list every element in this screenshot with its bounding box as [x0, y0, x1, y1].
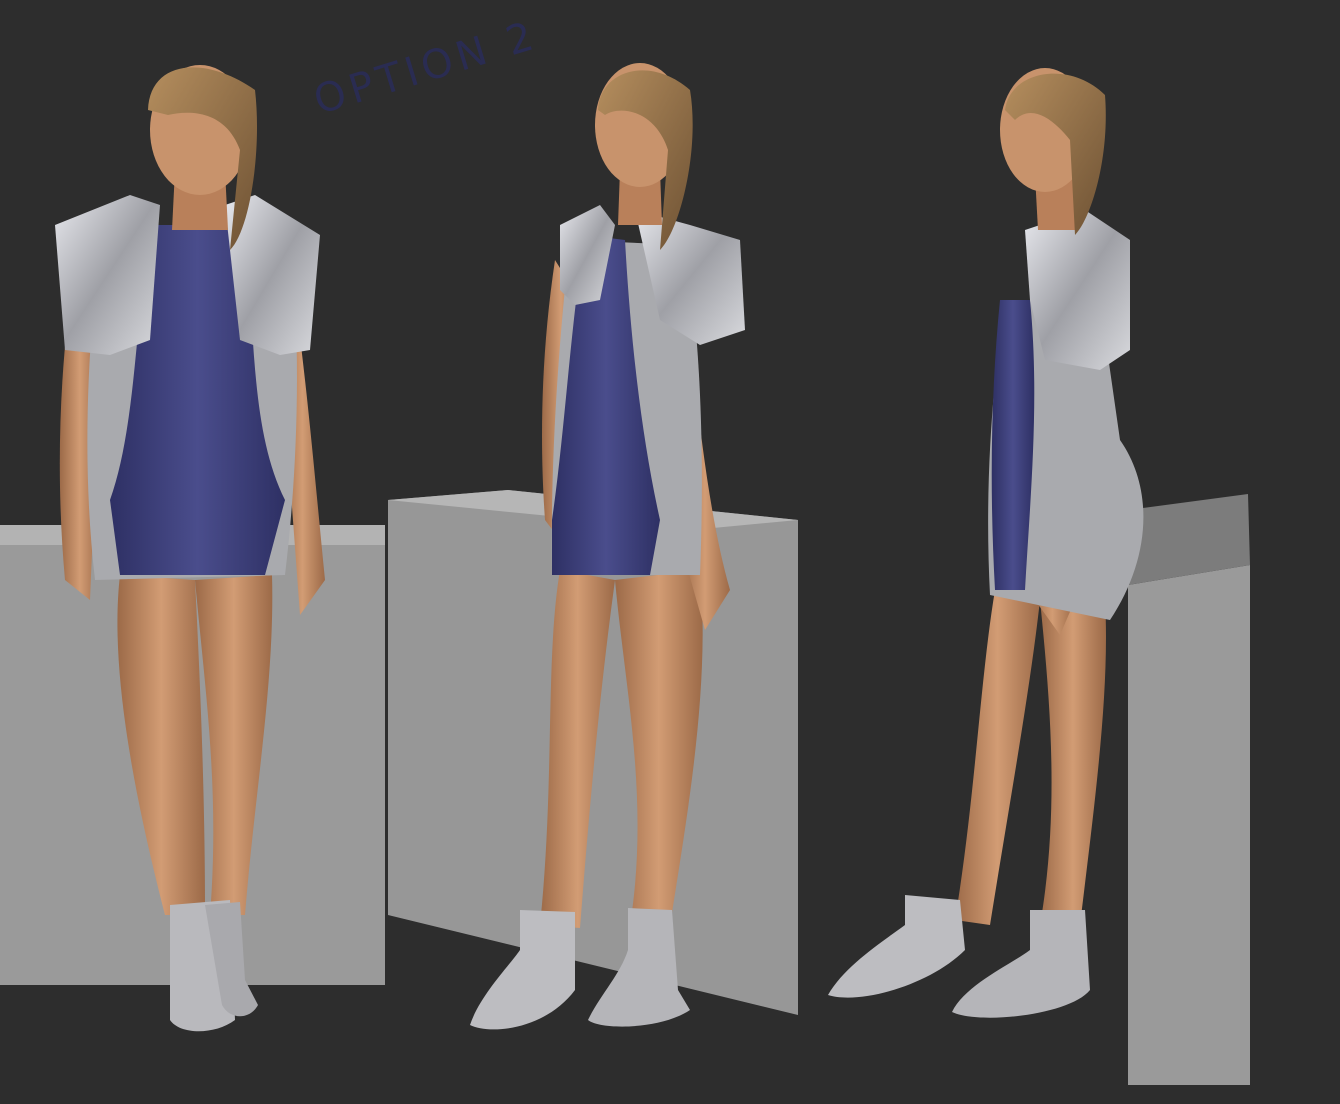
render-canvas	[0, 63, 1250, 1085]
block-right	[1128, 565, 1250, 1085]
figure-side-view	[828, 68, 1144, 1018]
render-viewport: OPTION 2	[0, 0, 1340, 1100]
